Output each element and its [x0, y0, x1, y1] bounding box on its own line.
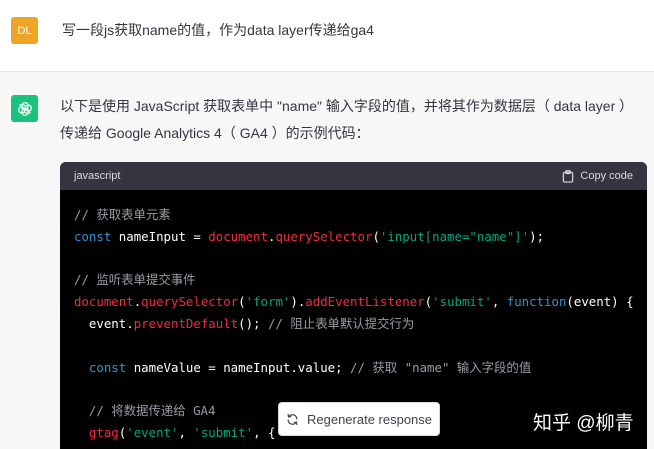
answer-text-line-1: 以下是使用 JavaScript 获取表单中 "name" 输入字段的值，并将其…	[60, 98, 634, 114]
user-avatar: DL	[11, 17, 38, 44]
code-language-label: javascript	[74, 170, 121, 182]
code-text: , {	[253, 424, 276, 440]
code-string: 'input[name="name"]'	[379, 228, 530, 244]
copy-code-button[interactable]: Copy code	[562, 169, 633, 183]
code-keyword: const	[88, 359, 127, 375]
code-punct: );	[529, 228, 545, 244]
code-comment: // 阻止表单默认提交行为	[267, 315, 415, 331]
watermark: 知乎 @柳青	[533, 413, 634, 434]
code-function: preventDefault	[133, 315, 239, 331]
code-punct: ).	[290, 294, 306, 310]
code-function: querySelector	[141, 294, 239, 310]
clipboard-icon	[563, 169, 574, 183]
code-string: 'submit'	[193, 424, 254, 440]
user-message-row: DL 写一段js获取name的值，作为data layer传递给ga4	[0, 0, 654, 72]
code-comment: // 获取 "name" 输入字段的值	[350, 359, 532, 375]
code-line: const nameInput = document.querySelector…	[74, 226, 647, 248]
code-punct: ,	[178, 424, 194, 440]
code-comment: // 获取表单元素	[74, 207, 171, 222]
regenerate-response-label: Regenerate response	[306, 411, 433, 427]
code-punct: (	[372, 228, 380, 244]
code-line: const nameValue = nameInput.value; // 获取…	[74, 357, 647, 379]
code-string: 'event'	[126, 424, 179, 440]
chatgpt-logo-icon	[11, 95, 38, 122]
code-text: event.	[74, 315, 134, 331]
user-message-text: 写一段js获取name的值，作为data layer传递给ga4	[62, 22, 374, 38]
code-object: document	[208, 228, 268, 244]
refresh-icon	[287, 413, 298, 425]
code-string: 'submit'	[432, 294, 492, 310]
code-line: document.querySelector('form').addEventL…	[74, 291, 647, 313]
code-comment: // 监听表单提交事件	[74, 272, 196, 288]
code-line: // 监听表单提交事件	[74, 269, 647, 291]
code-function: addEventListener	[305, 294, 425, 310]
code-keyword: function	[506, 294, 567, 310]
code-punct: ,	[491, 294, 507, 310]
code-header: javascript Copy code	[60, 162, 647, 190]
code-punct: (	[424, 294, 433, 310]
code-line: event.preventDefault(); // 阻止表单默认提交行为	[74, 313, 647, 335]
code-text: nameInput =	[111, 228, 209, 244]
code-comment: // 将数据传递给 GA4	[74, 403, 216, 419]
code-punct: (	[238, 294, 246, 310]
copy-code-label: Copy code	[580, 170, 633, 182]
code-text: ();	[238, 315, 268, 331]
code-text: nameValue = nameInput.value;	[126, 359, 351, 375]
code-text: (event) {	[566, 294, 634, 310]
regenerate-response-button[interactable]: Regenerate response	[278, 402, 440, 436]
code-string: 'form'	[245, 294, 291, 310]
code-line: // 获取表单元素	[74, 204, 647, 226]
code-keyword: const	[74, 228, 112, 244]
code-object: document	[74, 294, 134, 310]
assistant-message-row: 以下是使用 JavaScript 获取表单中 "name" 输入字段的值，并将其…	[0, 72, 654, 449]
answer-text-line-2: 传递给 Google Analytics 4（ GA4 ）的示例代码：	[60, 125, 370, 141]
code-function: gtag	[88, 424, 119, 440]
code-function: querySelector	[275, 228, 373, 244]
